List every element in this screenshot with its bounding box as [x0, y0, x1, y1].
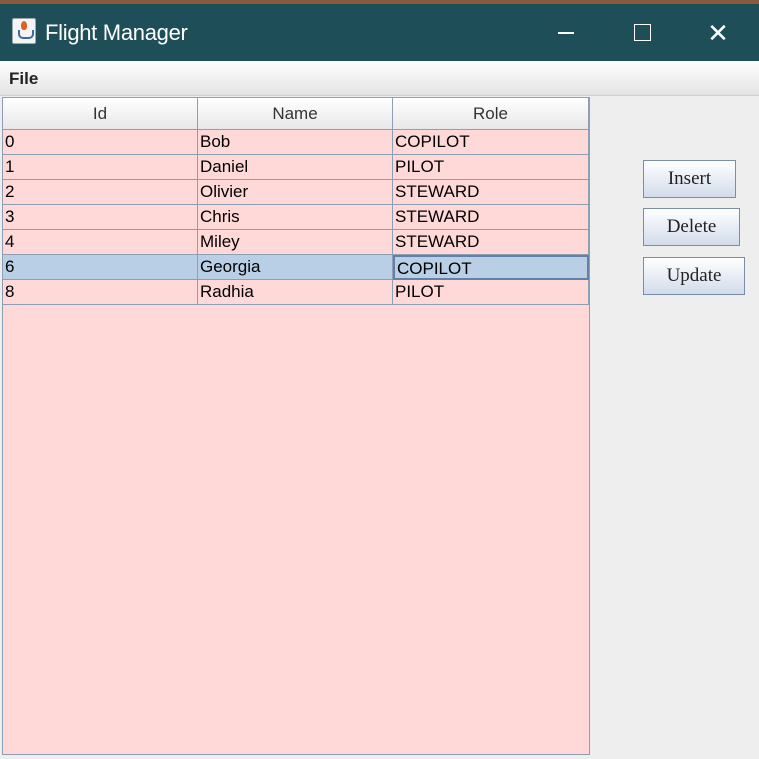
menu-file[interactable]: File: [9, 69, 38, 89]
cell-id[interactable]: 0: [3, 130, 198, 155]
cell-role[interactable]: STEWARD: [393, 180, 589, 205]
cell-name[interactable]: Georgia: [198, 255, 393, 280]
delete-button[interactable]: Delete: [643, 208, 740, 246]
cell-role[interactable]: COPILOT: [393, 130, 589, 155]
cell-role-focused[interactable]: COPILOT: [393, 255, 589, 280]
table-row[interactable]: 1 Daniel PILOT: [3, 155, 589, 180]
cell-name[interactable]: Miley: [198, 230, 393, 255]
close-icon: ✕: [707, 17, 729, 48]
table-row[interactable]: 2 Olivier STEWARD: [3, 180, 589, 205]
column-header-role[interactable]: Role: [393, 98, 589, 130]
window-title: Flight Manager: [45, 20, 188, 45]
close-button[interactable]: ✕: [680, 4, 756, 61]
cell-role[interactable]: STEWARD: [393, 205, 589, 230]
column-header-id[interactable]: Id: [3, 98, 198, 130]
cell-id[interactable]: 2: [3, 180, 198, 205]
cell-id[interactable]: 1: [3, 155, 198, 180]
minimize-button[interactable]: [528, 4, 604, 61]
cell-id[interactable]: 3: [3, 205, 198, 230]
cell-name[interactable]: Daniel: [198, 155, 393, 180]
table-header: Id Name Role: [3, 98, 589, 130]
java-icon: [12, 18, 36, 44]
flight-manager-window: Flight Manager ✕ File Id Name Role 0 Bob…: [0, 0, 759, 759]
crew-table[interactable]: Id Name Role 0 Bob COPILOT 1 Daniel PILO…: [2, 97, 590, 755]
cell-id[interactable]: 8: [3, 280, 198, 305]
cell-role[interactable]: PILOT: [393, 155, 589, 180]
title-bar[interactable]: Flight Manager ✕: [0, 4, 759, 61]
cell-role[interactable]: PILOT: [393, 280, 589, 305]
minimize-icon: [558, 31, 574, 34]
update-button[interactable]: Update: [643, 257, 745, 295]
cell-role[interactable]: STEWARD: [393, 230, 589, 255]
column-header-name[interactable]: Name: [198, 98, 393, 130]
table-row[interactable]: 3 Chris STEWARD: [3, 205, 589, 230]
cell-name[interactable]: Olivier: [198, 180, 393, 205]
cell-id[interactable]: 4: [3, 230, 198, 255]
table-row[interactable]: 4 Miley STEWARD: [3, 230, 589, 255]
cell-name[interactable]: Chris: [198, 205, 393, 230]
table-row[interactable]: 8 Radhia PILOT: [3, 280, 589, 305]
cell-id[interactable]: 6: [3, 255, 198, 280]
cell-name[interactable]: Radhia: [198, 280, 393, 305]
insert-button[interactable]: Insert: [643, 160, 736, 198]
table-row-selected[interactable]: 6 Georgia COPILOT: [3, 255, 589, 280]
maximize-icon: [633, 24, 651, 41]
cell-name[interactable]: Bob: [198, 130, 393, 155]
maximize-button[interactable]: [604, 4, 680, 61]
table-row[interactable]: 0 Bob COPILOT: [3, 130, 589, 155]
menu-bar: File: [0, 61, 759, 96]
